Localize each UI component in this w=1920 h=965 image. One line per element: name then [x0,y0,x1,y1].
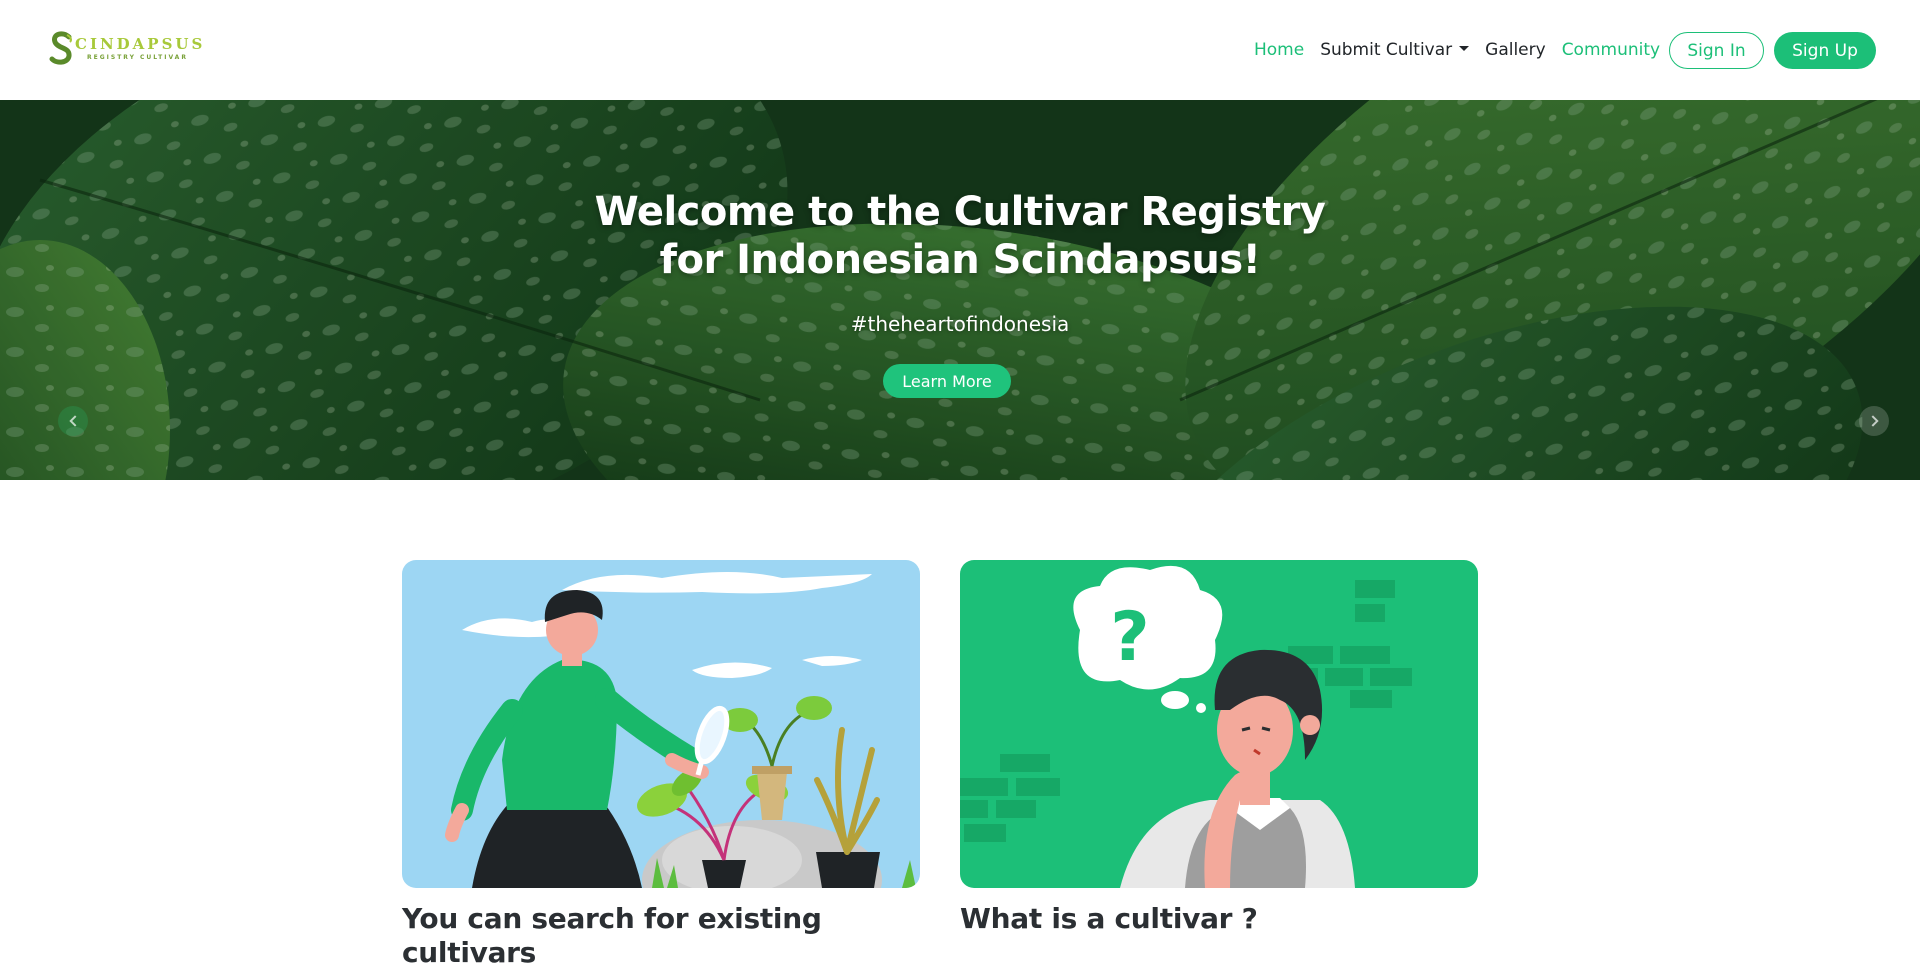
hero-title-line-1: Welcome to the Cultivar Registry [594,189,1326,235]
svg-text:?: ? [1110,598,1149,677]
caret-down-icon [1459,45,1470,51]
chevron-left-icon [68,415,81,427]
hero-title: Welcome to the Cultivar Registry for Ind… [460,188,1460,284]
hero-overlay [0,100,1920,480]
logo-s-icon [49,31,72,65]
search-illustration [402,560,920,888]
nav-home[interactable]: Home [1254,40,1304,60]
thinking-person-illustration: ? [960,560,1478,888]
hero-carousel: Welcome to the Cultivar Registry for Ind… [0,100,1920,480]
learn-more-button[interactable]: Learn More [883,364,1011,398]
nav-submit-cultivar-label: Submit Cultivar [1320,40,1453,60]
sign-up-button[interactable]: Sign Up [1774,32,1876,69]
logo-wordmark: CINDAPSUS [75,35,206,53]
main-nav: Home Submit Cultivar Gallery Community [1254,38,1660,62]
brand-logo[interactable]: CINDAPSUS REGISTRY CULTIVAR [49,31,202,67]
nav-gallery[interactable]: Gallery [1485,40,1546,60]
nav-submit-cultivar-dropdown[interactable]: Submit Cultivar [1320,40,1470,60]
feature-card-search[interactable]: You can search for existing cultivars [402,560,920,965]
nav-community[interactable]: Community [1562,40,1660,60]
feature-card-what-is-cultivar[interactable]: ? What is a cultivar ? [960,560,1478,936]
card-title: You can search for existing cultivars [402,902,822,965]
hero-title-line-2: for Indonesian Scindapsus! [659,237,1261,283]
chevron-right-icon [1866,415,1879,427]
navbar: CINDAPSUS REGISTRY CULTIVAR Home Submit … [0,0,1920,100]
sign-in-button[interactable]: Sign In [1669,32,1764,69]
logo-subtitle: REGISTRY CULTIVAR [87,54,188,61]
carousel-next-button[interactable] [1859,406,1889,436]
hero-tagline: #theheartofindonesia [850,312,1070,336]
card-title: What is a cultivar ? [960,902,1258,935]
carousel-prev-button[interactable] [58,406,88,436]
